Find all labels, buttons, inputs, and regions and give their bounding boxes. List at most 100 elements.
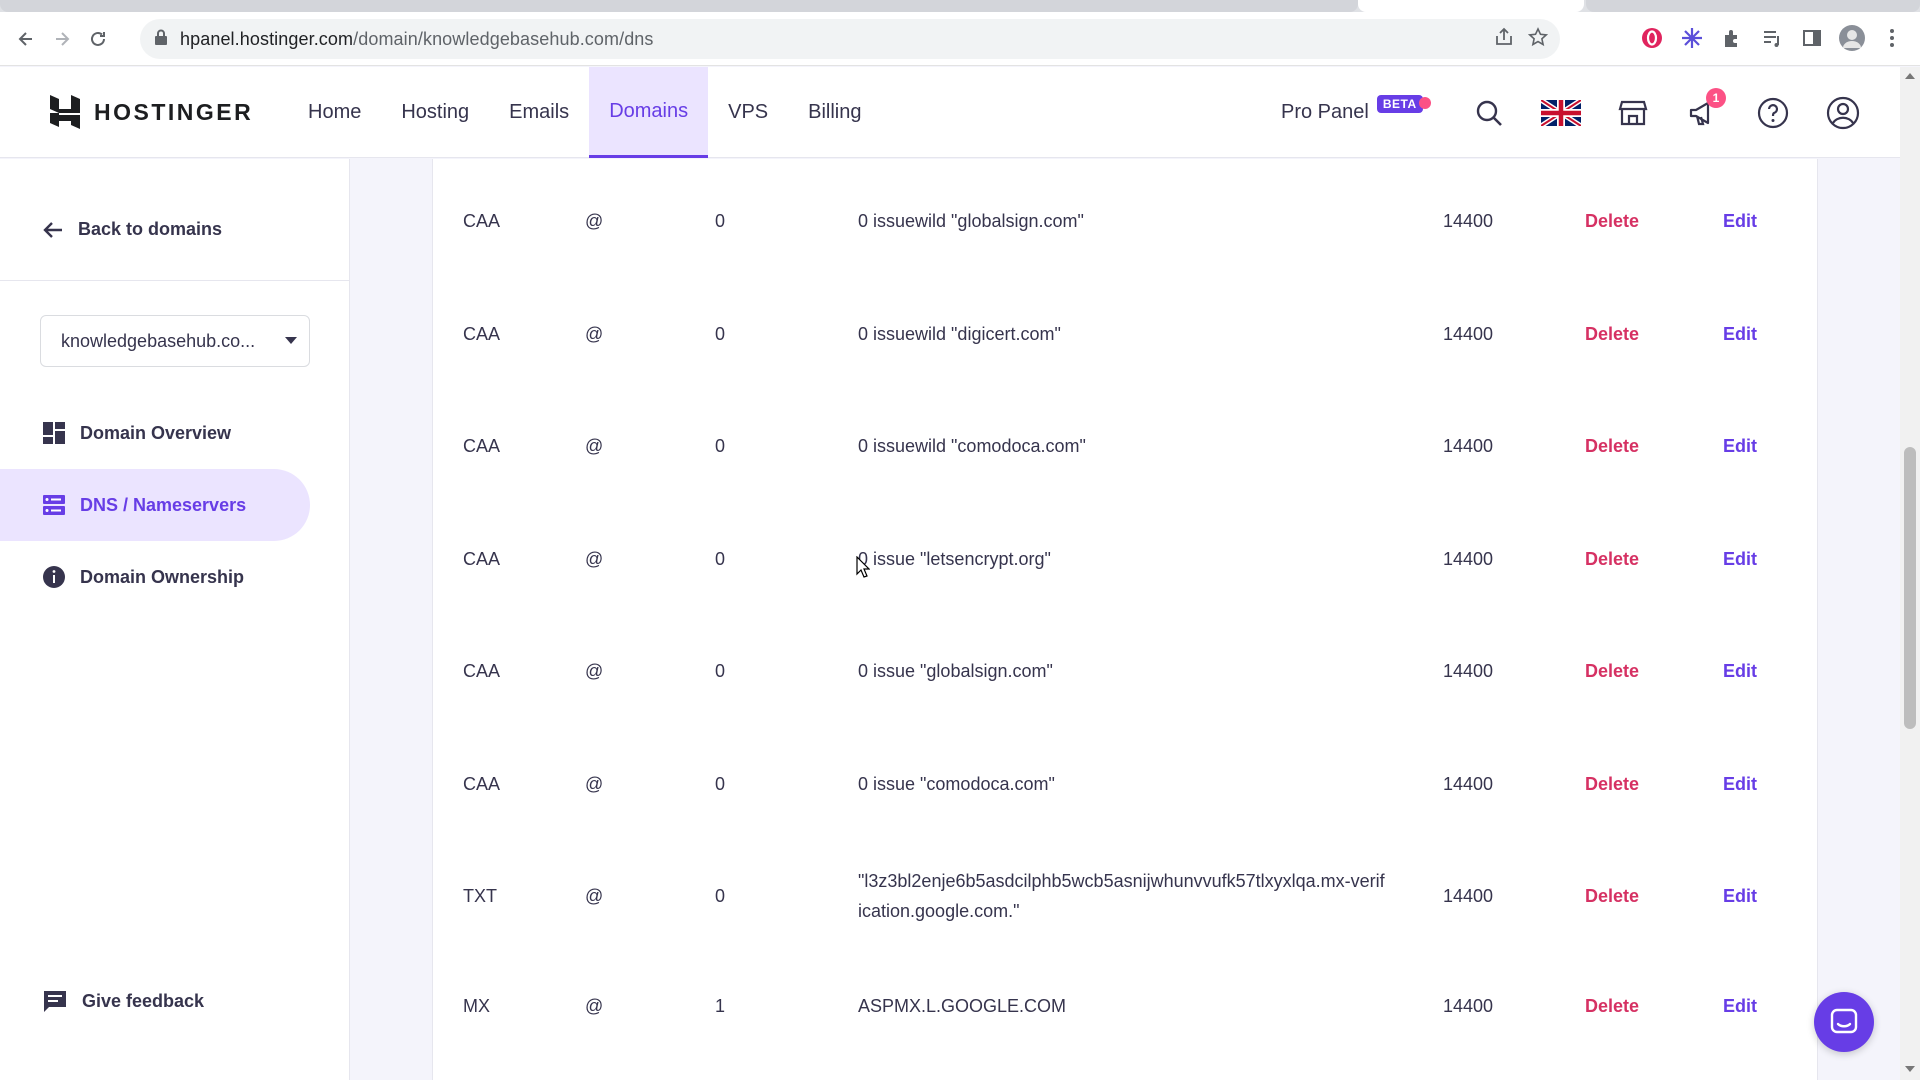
- edit-button[interactable]: Edit: [1723, 950, 1757, 1062]
- megaphone-icon[interactable]: 1: [1684, 87, 1726, 132]
- nav-hosting[interactable]: Hosting: [381, 67, 489, 158]
- edit-button[interactable]: Edit: [1723, 503, 1757, 615]
- delete-button[interactable]: Delete: [1585, 165, 1639, 277]
- main-nav: Home Hosting Emails Domains VPS Billing: [288, 67, 882, 158]
- pro-panel-link[interactable]: Pro Panel BETA: [1281, 67, 1431, 158]
- browser-tab-active[interactable]: [1358, 0, 1584, 12]
- record-type: MX: [463, 995, 490, 1016]
- bookmark-star-icon[interactable]: [1527, 27, 1549, 52]
- app-header: HOSTINGER Home Hosting Emails Domains VP…: [0, 67, 1900, 158]
- search-icon[interactable]: [1470, 94, 1508, 132]
- browser-toolbar: hpanel.hostinger.com/domain/knowledgebas…: [0, 12, 1920, 66]
- back-to-domains-link[interactable]: Back to domains: [42, 219, 222, 240]
- nav-vps[interactable]: VPS: [708, 67, 788, 158]
- nav-billing[interactable]: Billing: [788, 67, 881, 158]
- page-scrollbar[interactable]: [1900, 67, 1920, 1080]
- reload-icon[interactable]: [80, 21, 116, 57]
- record-ttl: 14400: [1443, 660, 1494, 681]
- record-name: @: [585, 995, 604, 1016]
- browser-menu-icon[interactable]: [1878, 24, 1906, 52]
- lock-icon: [154, 29, 168, 50]
- sidebar-item-domain-ownership[interactable]: Domain Ownership: [0, 541, 310, 613]
- edit-button[interactable]: Edit: [1723, 615, 1757, 727]
- sidebar-item-dns-nameservers[interactable]: DNS / Nameservers: [0, 469, 310, 541]
- address-bar[interactable]: hpanel.hostinger.com/domain/knowledgebas…: [140, 19, 1560, 59]
- nav-emails[interactable]: Emails: [489, 67, 589, 158]
- record-content: 0 issuewild "comodoca.com": [858, 436, 1086, 456]
- delete-button[interactable]: Delete: [1585, 950, 1639, 1062]
- record-priority: 1: [715, 995, 726, 1016]
- sidebar-divider: [0, 280, 350, 281]
- record-content: "l3z3bl2enje6b5asdcilphb5wcb5asnijwhunvv…: [858, 871, 1385, 921]
- browser-tab[interactable]: [1586, 0, 1920, 12]
- feedback-icon: [44, 991, 66, 1012]
- edit-button[interactable]: Edit: [1723, 278, 1757, 390]
- nav-home[interactable]: Home: [288, 67, 381, 158]
- record-name: @: [585, 210, 604, 231]
- record-type: CAA: [463, 210, 501, 231]
- delete-button[interactable]: Delete: [1585, 840, 1639, 952]
- record-content: 0 issue "globalsign.com": [858, 661, 1053, 681]
- record-name: @: [585, 773, 604, 794]
- store-icon[interactable]: [1614, 94, 1652, 132]
- logo-text: HOSTINGER: [94, 98, 254, 125]
- snowflake-extension-icon[interactable]: [1678, 24, 1706, 52]
- forward-arrow-icon[interactable]: [44, 21, 80, 57]
- record-type: CAA: [463, 548, 501, 569]
- side-panel-icon[interactable]: [1798, 24, 1826, 52]
- info-icon: [43, 566, 65, 588]
- table-row: CAA @ 0 0 issue "letsencrypt.org" 14400 …: [433, 503, 1819, 615]
- domain-selector[interactable]: knowledgebasehub.co...: [40, 315, 310, 367]
- chat-support-button[interactable]: [1814, 992, 1874, 1052]
- table-row: CAA @ 0 0 issue "globalsign.com" 14400 D…: [433, 615, 1819, 727]
- sidebar-item-label: Domain Ownership: [80, 566, 245, 587]
- record-priority: 0: [715, 548, 726, 569]
- help-icon[interactable]: [1754, 94, 1792, 132]
- profile-avatar[interactable]: [1838, 24, 1866, 52]
- scroll-up-arrow-icon[interactable]: [1905, 73, 1915, 79]
- chat-icon: [1830, 1008, 1858, 1034]
- delete-button[interactable]: Delete: [1585, 728, 1639, 840]
- sidebar-item-label: DNS / Nameservers: [80, 494, 247, 515]
- table-row: CAA @ 0 0 issuewild "comodoca.com" 14400…: [433, 390, 1819, 502]
- arrow-left-icon: [43, 221, 62, 238]
- delete-button[interactable]: Delete: [1585, 503, 1639, 615]
- record-ttl: 14400: [1443, 885, 1494, 906]
- beta-dot: [1418, 96, 1431, 109]
- record-name: @: [585, 660, 604, 681]
- nav-domains[interactable]: Domains: [589, 67, 709, 158]
- url-host: hpanel.hostinger.com: [180, 28, 354, 49]
- browser-tabstrip: [0, 0, 1920, 12]
- uk-flag-icon[interactable]: [1540, 94, 1582, 132]
- delete-button[interactable]: Delete: [1585, 390, 1639, 502]
- opera-extension-icon[interactable]: [1638, 24, 1666, 52]
- edit-button[interactable]: Edit: [1723, 840, 1757, 952]
- edit-button[interactable]: Edit: [1723, 728, 1757, 840]
- domain-selector-value: knowledgebasehub.co...: [61, 330, 256, 351]
- feedback-label: Give feedback: [82, 990, 205, 1011]
- record-ttl: 14400: [1443, 548, 1494, 569]
- edit-button[interactable]: Edit: [1723, 390, 1757, 502]
- record-content: 0 issuewild "globalsign.com": [858, 211, 1084, 231]
- puzzle-extensions-icon[interactable]: [1718, 24, 1746, 52]
- reading-list-icon[interactable]: [1758, 24, 1786, 52]
- sidebar-item-label: Domain Overview: [80, 422, 232, 443]
- hostinger-logo[interactable]: HOSTINGER: [48, 93, 253, 131]
- record-content: ASPMX.L.GOOGLE.COM: [858, 996, 1067, 1016]
- scrollbar-thumb[interactable]: [1904, 447, 1916, 729]
- delete-button[interactable]: Delete: [1585, 278, 1639, 390]
- delete-button[interactable]: Delete: [1585, 615, 1639, 727]
- share-icon[interactable]: [1494, 27, 1514, 52]
- give-feedback-link[interactable]: Give feedback: [42, 989, 204, 1013]
- edit-button[interactable]: Edit: [1723, 165, 1757, 277]
- record-ttl: 14400: [1443, 210, 1494, 231]
- back-arrow-icon[interactable]: [8, 21, 44, 57]
- record-type: CAA: [463, 773, 501, 794]
- account-icon[interactable]: [1824, 94, 1862, 132]
- sidebar-item-domain-overview[interactable]: Domain Overview: [0, 397, 310, 469]
- record-ttl: 14400: [1443, 435, 1494, 456]
- record-content: 0 issuewild "digicert.com": [858, 324, 1061, 344]
- browser-tab[interactable]: [0, 0, 1358, 12]
- dashboard-icon: [43, 422, 65, 444]
- scroll-down-arrow-icon[interactable]: [1905, 1066, 1915, 1072]
